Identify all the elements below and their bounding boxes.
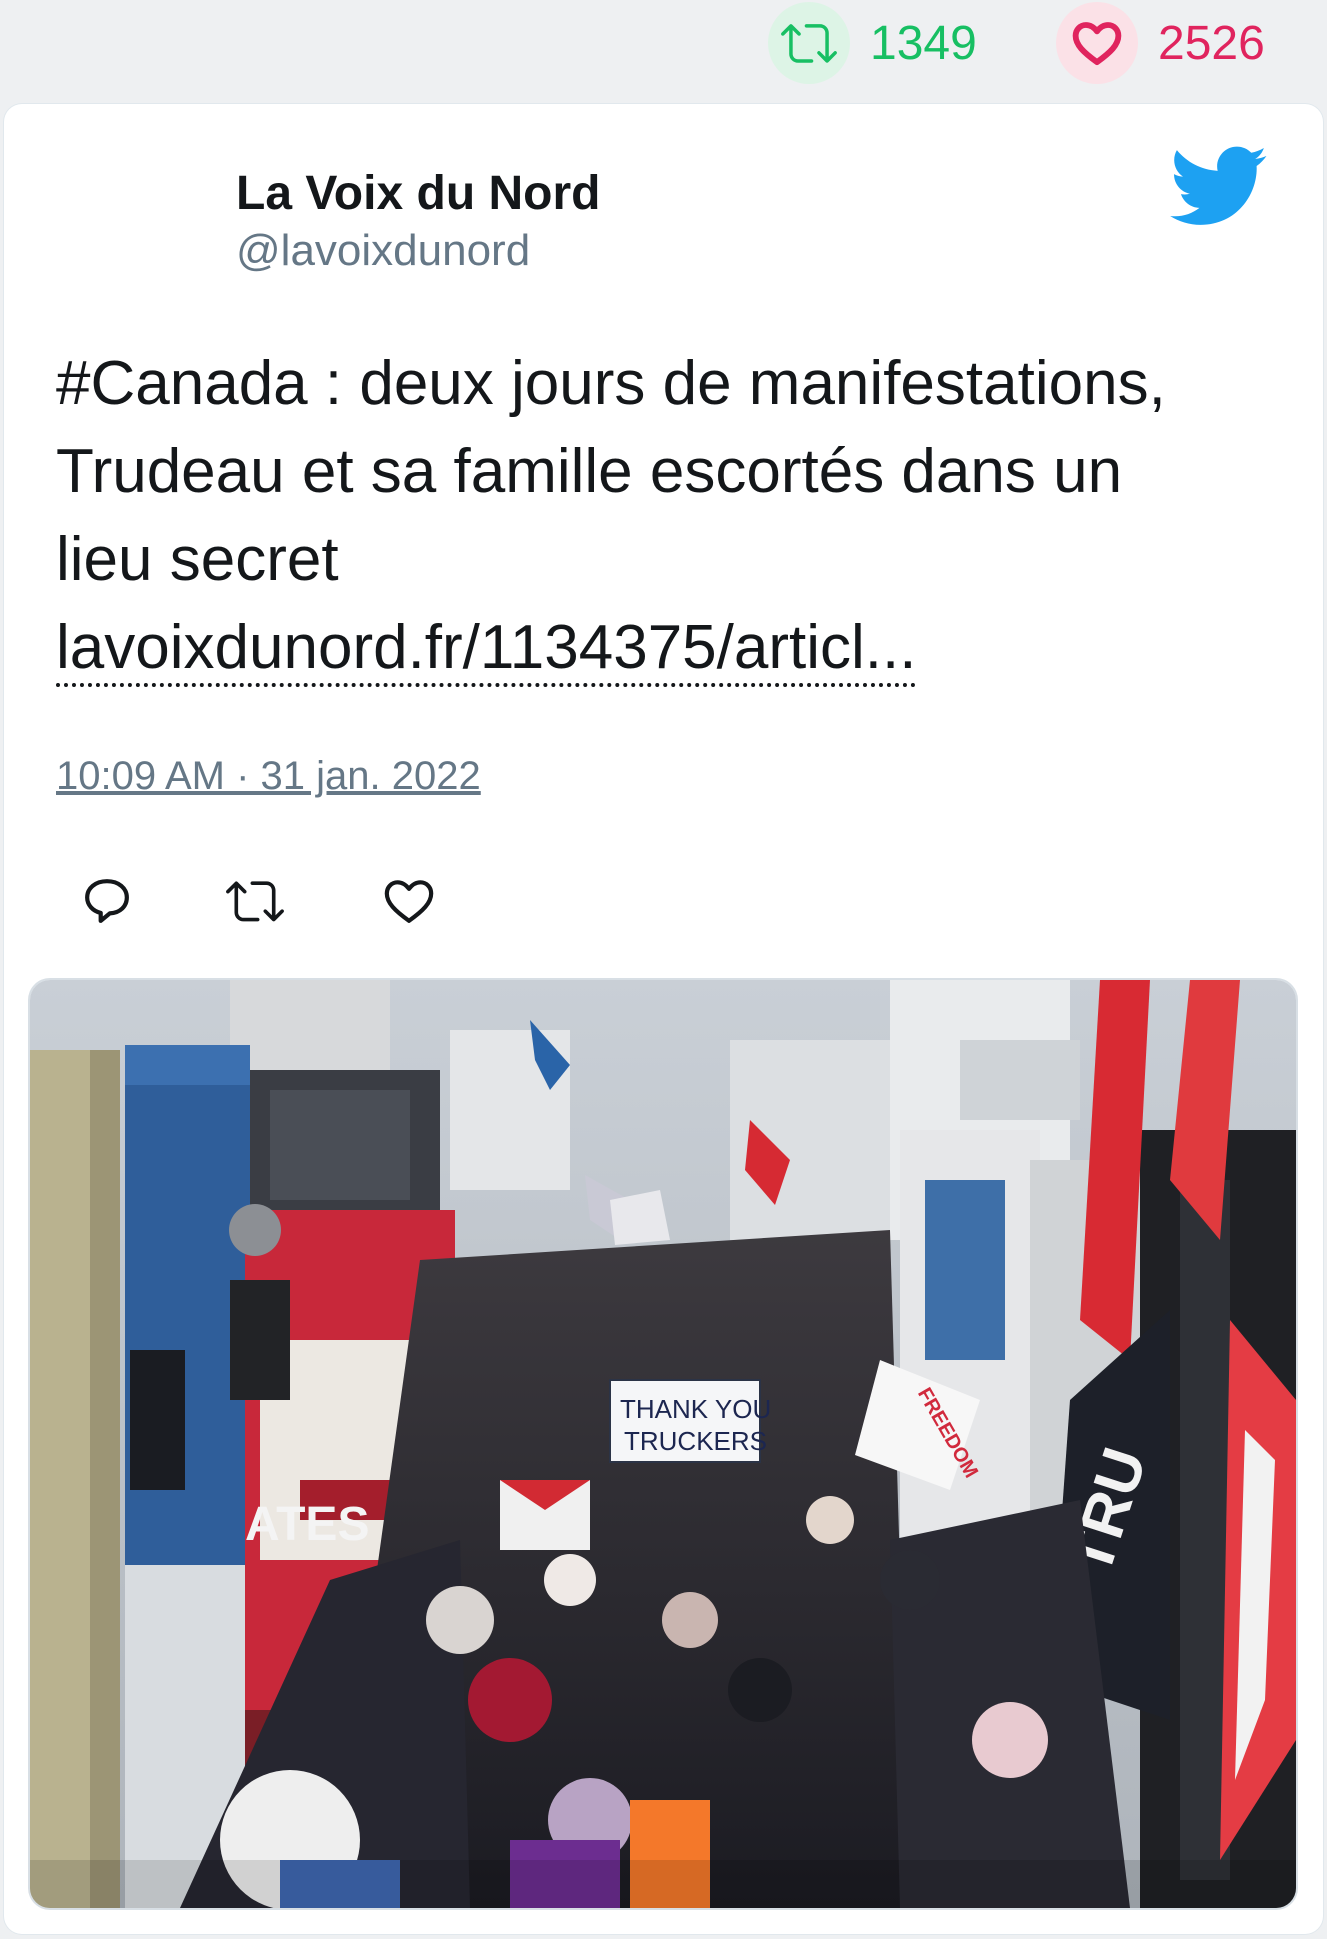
retweet-stat[interactable]: 1349 [768, 2, 977, 84]
stats-bar: 1349 2526 [0, 0, 1327, 100]
author-name[interactable]: La Voix du Nord [236, 166, 600, 221]
tweet-timestamp[interactable]: 10:09 AM · 31 jan. 2022 [56, 754, 481, 799]
tweet-text-line: Trudeau et sa famille escortés dans un [56, 437, 1123, 506]
tweet-text: #Canada : deux jours de manifestations, … [56, 340, 1276, 692]
like-stat[interactable]: 2526 [1056, 2, 1265, 84]
sign-text-line1: THANK YOU [620, 1394, 771, 1424]
like-button[interactable] [374, 866, 444, 936]
reply-icon [85, 879, 129, 923]
reply-button[interactable] [72, 866, 142, 936]
tweet-card: La Voix du Nord @lavoixdunord #Canada : … [4, 104, 1323, 1934]
retweet-button[interactable] [220, 866, 290, 936]
tweet-photo[interactable]: ATES TRU THANK YOU TRUCKERS FREEDOM [30, 980, 1296, 1908]
twitter-bird-icon[interactable] [1170, 146, 1268, 228]
retweet-icon [226, 881, 284, 922]
retweet-count: 1349 [870, 16, 977, 70]
truck-text: ATES [245, 1498, 369, 1551]
tweet-text-line: #Canada : deux jours de manifestations, [56, 349, 1166, 418]
heart-icon [1056, 2, 1138, 84]
like-count: 2526 [1158, 16, 1265, 70]
article-link[interactable]: lavoixdunord.fr/1134375/articl... [56, 613, 917, 687]
sign-text-line2: TRUCKERS [624, 1426, 767, 1456]
protest-photo: ATES TRU THANK YOU TRUCKERS FREEDOM [30, 980, 1296, 1908]
author-handle[interactable]: @lavoixdunord [236, 226, 530, 276]
retweet-icon [768, 2, 850, 84]
tweet-text-line: lieu secret [56, 525, 339, 594]
like-icon [384, 880, 434, 923]
